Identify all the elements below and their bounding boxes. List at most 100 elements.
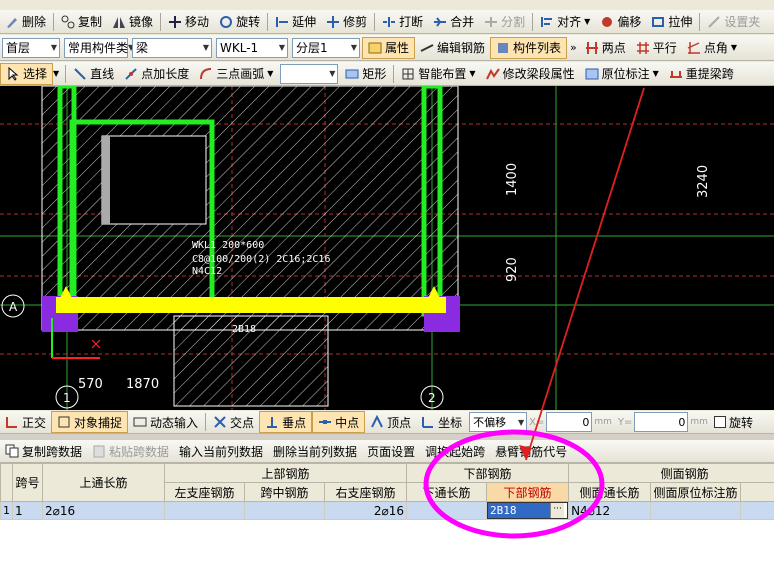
x-label: X= [529, 416, 545, 428]
stretch-icon [651, 15, 665, 29]
copy-button[interactable]: 复制 [56, 11, 107, 33]
floor-select[interactable]: 首层 ▼ [2, 37, 60, 58]
midpoint-toggle[interactable]: 中点 [312, 411, 366, 433]
y-input[interactable]: 0 [634, 412, 689, 432]
properties-button[interactable]: 属性 [362, 36, 416, 59]
move-icon [168, 15, 182, 29]
inplace-label-button[interactable]: 原位标注 ▼ [580, 63, 664, 85]
chevron-down-icon: ▼ [267, 69, 274, 78]
cad-drawing: WKL1 200*600 C8@100/200(2) 2C16;2C16 N4C… [0, 86, 774, 410]
merge-button[interactable]: 合并 [428, 11, 479, 33]
col-group-side: 侧面钢筋 [568, 463, 774, 483]
point-angle-button[interactable]: 点角 ▼ [682, 37, 742, 59]
re-span-button[interactable]: 重提梁跨 [664, 63, 739, 85]
delete-col-button[interactable]: 删除当前列数据 [268, 440, 362, 462]
layer-select[interactable]: 分层1 ▼ [292, 37, 360, 58]
cell-side-inplace[interactable] [650, 501, 742, 520]
rebar-icon [420, 41, 434, 55]
col-header-extra [740, 482, 774, 502]
chevron-down-icon: ▼ [50, 43, 57, 52]
extend-icon [275, 15, 289, 29]
snap-toggle[interactable]: 对象捕捉 [51, 411, 129, 433]
dynamic-input-toggle[interactable]: 动态输入 [128, 411, 203, 433]
cell-left-support[interactable] [164, 501, 246, 520]
chevron-down-icon[interactable]: ▼ [53, 69, 63, 78]
arc-icon [199, 67, 213, 81]
component-list-button[interactable]: 构件列表 [490, 36, 568, 59]
set-point-button[interactable]: 设置夹 [702, 11, 765, 33]
ellipsis-button[interactable]: ··· [550, 503, 565, 518]
cell-right-support[interactable]: 2⌀16 [324, 501, 408, 520]
col-header-side-through: 侧面通长筋 [568, 482, 652, 502]
beam-name-select[interactable]: WKL-1 ▼ [216, 37, 288, 58]
intersection-toggle[interactable]: 交点 [208, 411, 259, 433]
component-select[interactable]: 梁 ▼ [132, 37, 212, 58]
arc-button[interactable]: 三点画弧 ▼ [194, 63, 278, 85]
offset-mode-select[interactable]: 不偏移 ▼ [469, 412, 528, 432]
cell-mid-span[interactable] [244, 501, 326, 520]
two-points-button[interactable]: 两点 [580, 37, 631, 59]
cell-side-through[interactable]: N4⌀12 [568, 501, 652, 520]
align-button[interactable]: 对齐 ▼ [535, 11, 595, 33]
chevron-down-icon: ▼ [652, 69, 659, 78]
arc-option-select[interactable]: ▼ [280, 63, 339, 84]
split-icon [484, 15, 498, 29]
parallel-button[interactable]: 平行 [631, 37, 682, 59]
move-button[interactable]: 移动 [163, 11, 214, 33]
separator [699, 12, 701, 31]
ortho-icon [5, 415, 19, 429]
perpendicular-icon [265, 415, 279, 429]
re-span-icon [669, 67, 683, 81]
col-header-mid-span: 跨中钢筋 [244, 482, 326, 502]
paste-span-button[interactable]: 粘贴跨数据 [87, 440, 174, 462]
cell-bottom-through[interactable] [406, 501, 488, 520]
row-header [0, 463, 13, 502]
cell-span[interactable]: 1 [12, 501, 43, 520]
rotate-button[interactable]: 旋转 [214, 11, 265, 33]
edit-span-button[interactable]: 修改梁段属性 [481, 63, 580, 85]
axis-label: 1 [63, 391, 71, 405]
coord-toggle[interactable]: 坐标 [416, 411, 467, 433]
vertex-toggle[interactable]: 顶点 [365, 411, 416, 433]
smart-layout-button[interactable]: 智能布置 ▼ [396, 63, 480, 85]
swap-start-button[interactable]: 调换起始跨 [420, 440, 490, 462]
cursor-icon [6, 66, 20, 81]
input-col-button[interactable]: 输入当前列数据 [174, 440, 268, 462]
offset-button[interactable]: 偏移 [595, 11, 646, 33]
mirror-button[interactable]: 镜像 [107, 11, 158, 33]
select-button[interactable]: 选择 [0, 62, 54, 85]
overflow-icon[interactable]: » [567, 41, 580, 54]
stretch-button[interactable]: 拉伸 [646, 11, 697, 33]
rotate-icon [219, 15, 233, 29]
page-setup-button[interactable]: 页面设置 [362, 440, 420, 462]
cell-bottom[interactable]: ··· [486, 501, 570, 520]
span-table-panel: 跨号 上通长筋 上部钢筋 下部钢筋 侧面钢筋 左支座钢筋 跨中钢筋 右支座钢筋 … [0, 463, 774, 578]
selected-beam[interactable] [56, 297, 446, 313]
line-icon [73, 67, 87, 81]
component-toolbar: 首层▼ 常用构件类▼ 梁▼ WKL-1▼ 分层1▼ 属性 编辑钢筋 构件列表 »… [0, 35, 774, 61]
rect-button[interactable]: 矩形 [340, 63, 391, 85]
list-icon [496, 41, 510, 55]
copy-span-button[interactable]: 复制跨数据 [0, 440, 87, 462]
edit-span-icon [485, 67, 500, 81]
table-row[interactable]: 1 1 2⌀16 2⌀16 ··· N4⌀12 (中 [0, 501, 774, 520]
ortho-toggle[interactable]: 正交 [0, 411, 51, 433]
drawing-canvas[interactable]: WKL1 200*600 C8@100/200(2) 2C16;2C16 N4C… [0, 86, 774, 410]
perpendicular-toggle[interactable]: 垂点 [259, 411, 313, 433]
cell-extra[interactable]: (中 [740, 501, 774, 520]
component-type-select[interactable]: 常用构件类▼ [64, 37, 134, 58]
extend-button[interactable]: 延伸 [270, 11, 321, 33]
edit-rebar-button[interactable]: 编辑钢筋 [415, 37, 490, 59]
chevron-down-icon: ▼ [329, 69, 336, 78]
line-button[interactable]: 直线 [68, 63, 119, 85]
break-button[interactable]: 打断 [377, 11, 428, 33]
point-length-button[interactable]: 点加长度 [119, 63, 194, 85]
trim-button[interactable]: 修剪 [321, 11, 372, 33]
rotate-checkbox[interactable] [713, 416, 726, 428]
bottom-rebar-input[interactable] [488, 503, 551, 518]
delete-button[interactable]: 删除 [0, 11, 51, 33]
x-input[interactable]: 0 [546, 412, 593, 432]
cell-top-through[interactable]: 2⌀16 [41, 501, 166, 520]
cantilever-button[interactable]: 悬臂钢筋代号 [490, 440, 572, 462]
split-button[interactable]: 分割 [479, 11, 530, 33]
